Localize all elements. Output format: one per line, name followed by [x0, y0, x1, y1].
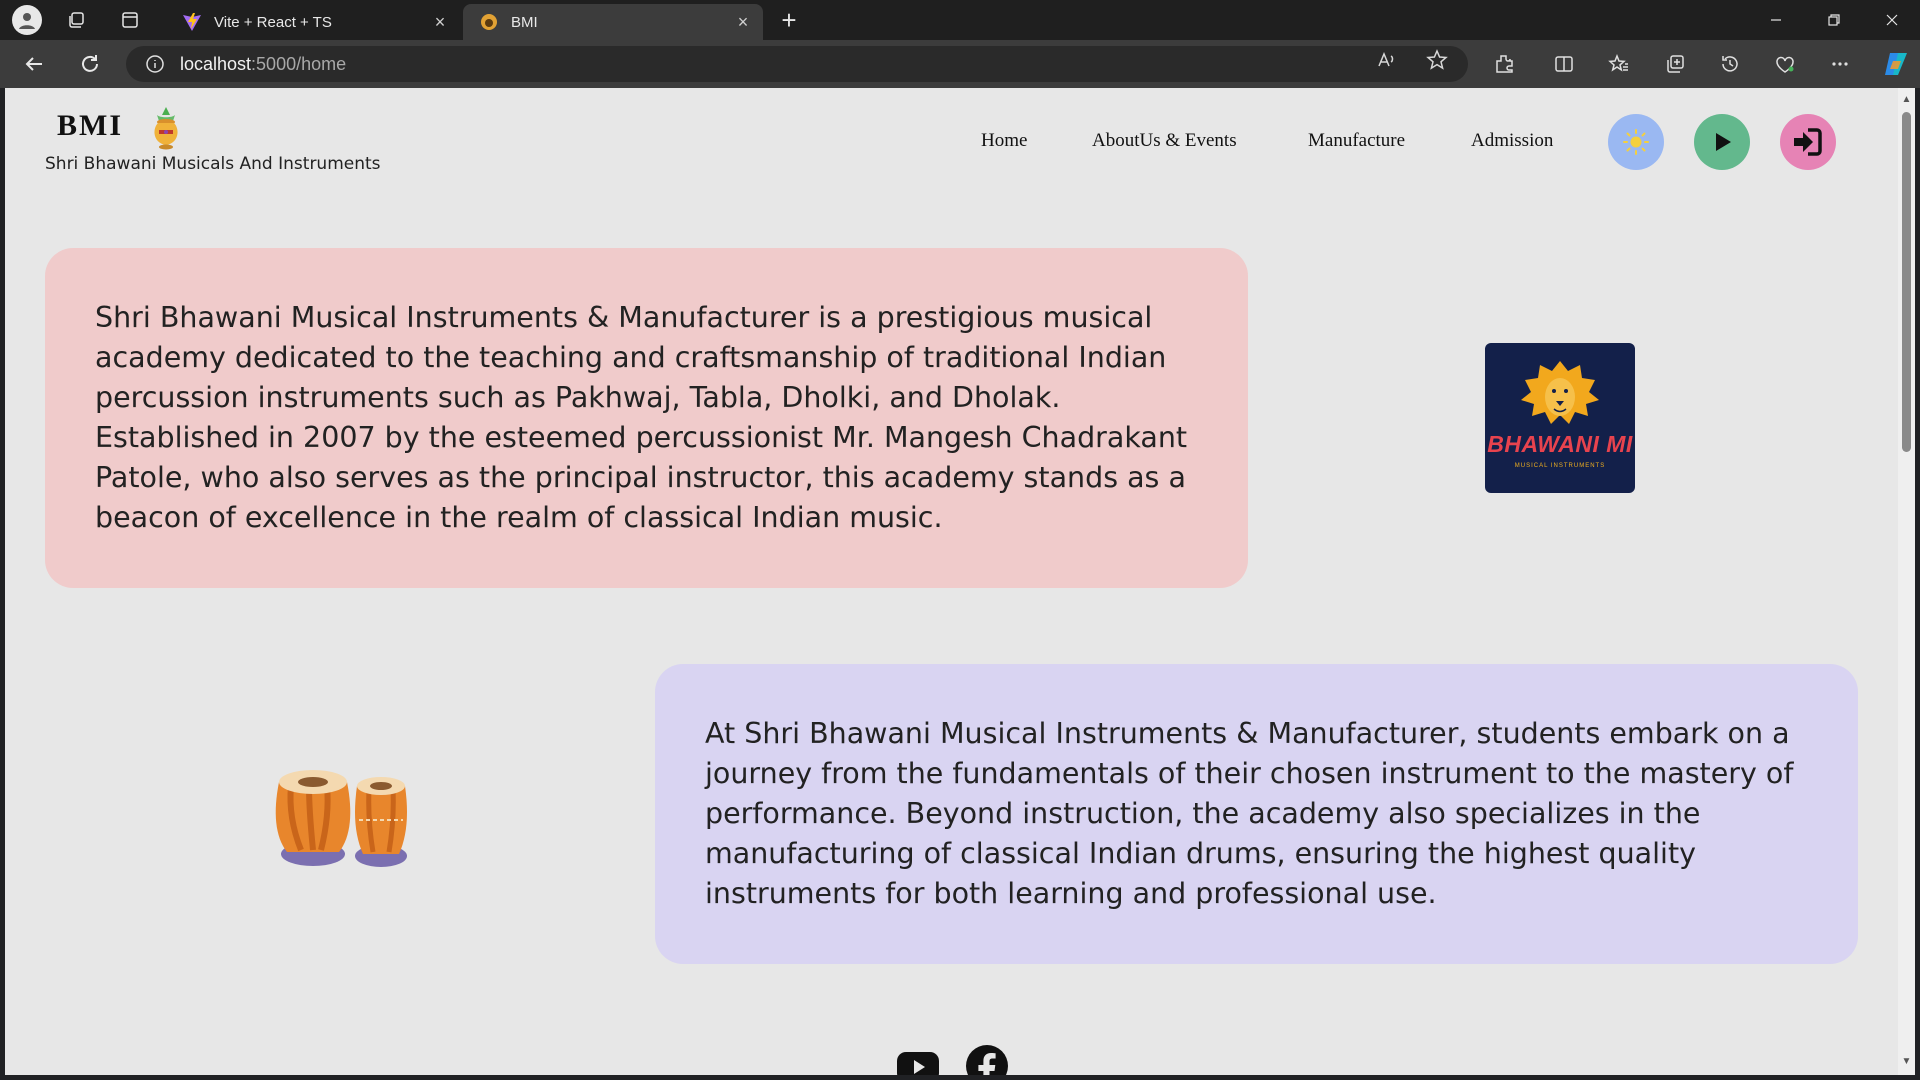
scroll-thumb[interactable]	[1902, 112, 1911, 452]
bhawani-mi-logo: BHAWANI MI MUSICAL INSTRUMENTS	[1485, 343, 1635, 493]
intro-card: Shri Bhawani Musical Instruments & Manuf…	[45, 248, 1248, 588]
browser-essentials-icon[interactable]	[1771, 50, 1799, 78]
close-window-icon[interactable]	[1864, 0, 1920, 40]
close-tab-icon[interactable]: ×	[733, 12, 753, 32]
address-bar: localhost:5000/home	[0, 40, 1920, 88]
nav-link-about-us-events[interactable]: AboutUs & Events	[1092, 130, 1237, 152]
page-scrollbar[interactable]: ▲ ▼	[1898, 88, 1915, 1075]
nav-link-home[interactable]: Home	[981, 130, 1027, 152]
bmi-favicon-icon	[479, 12, 499, 32]
read-aloud-icon[interactable]	[1375, 48, 1399, 72]
favorites-icon[interactable]	[1605, 50, 1633, 78]
new-tab-icon[interactable]: +	[775, 5, 803, 35]
url-field[interactable]: localhost:5000/home	[126, 46, 1468, 82]
sun-icon	[1623, 129, 1649, 155]
restore-icon[interactable]	[1806, 0, 1862, 40]
reload-icon[interactable]	[76, 50, 104, 78]
minimize-icon[interactable]	[1748, 0, 1804, 40]
nav-link-admission[interactable]: Admission	[1471, 130, 1553, 152]
brand-tagline: Shri Bhawani Musicals And Instruments	[45, 154, 381, 174]
facebook-icon[interactable]	[965, 1044, 1009, 1075]
academy-text: At Shri Bhawani Musical Instruments & Ma…	[705, 717, 1794, 910]
login-icon	[1794, 128, 1822, 156]
scroll-down-icon[interactable]: ▼	[1901, 1056, 1912, 1067]
play-button[interactable]	[1694, 114, 1750, 170]
tab-bmi[interactable]: BMI ×	[463, 4, 763, 40]
lion-head-icon	[1521, 361, 1599, 424]
theme-toggle-button[interactable]	[1608, 114, 1664, 170]
copilot-icon[interactable]	[1880, 48, 1912, 80]
kalash-pot-icon	[154, 107, 178, 150]
favorite-star-icon[interactable]	[1425, 48, 1449, 72]
scroll-up-icon[interactable]: ▲	[1901, 94, 1912, 105]
brand-title: BMI	[57, 109, 123, 142]
youtube-icon[interactable]	[896, 1044, 940, 1075]
collections-icon[interactable]	[1661, 50, 1689, 78]
tab-actions-icon[interactable]	[116, 6, 144, 34]
logo-title: BHAWANI MI	[1487, 431, 1633, 457]
workspaces-icon[interactable]	[62, 6, 90, 34]
history-icon[interactable]	[1716, 50, 1744, 78]
profile-avatar-icon[interactable]	[12, 5, 42, 35]
more-menu-icon[interactable]	[1826, 50, 1854, 78]
tabla-drums-icon	[275, 770, 407, 867]
split-screen-icon[interactable]	[1550, 50, 1578, 78]
tab-title: BMI	[511, 13, 538, 31]
tab-vite[interactable]: Vite + React + TS ×	[166, 4, 460, 40]
site-info-icon[interactable]	[144, 53, 166, 75]
page-viewport: BMI Shri Bhawani Musicals And Instrument…	[5, 88, 1898, 1075]
logo-subtitle: MUSICAL INSTRUMENTS	[1514, 463, 1606, 469]
play-icon	[1716, 133, 1731, 151]
close-tab-icon[interactable]: ×	[430, 12, 450, 32]
back-icon[interactable]	[20, 50, 48, 78]
vite-favicon-icon	[182, 12, 202, 32]
nav-link-manufacture[interactable]: Manufacture	[1308, 130, 1405, 152]
academy-card: At Shri Bhawani Musical Instruments & Ma…	[655, 664, 1858, 964]
browser-tab-bar: Vite + React + TS × BMI × +	[0, 0, 1920, 40]
tab-title: Vite + React + TS	[214, 13, 332, 31]
extensions-icon[interactable]	[1490, 50, 1518, 78]
login-button[interactable]	[1780, 114, 1836, 170]
url-text: localhost:5000/home	[180, 53, 347, 74]
intro-text: Shri Bhawani Musical Instruments & Manuf…	[95, 301, 1188, 534]
